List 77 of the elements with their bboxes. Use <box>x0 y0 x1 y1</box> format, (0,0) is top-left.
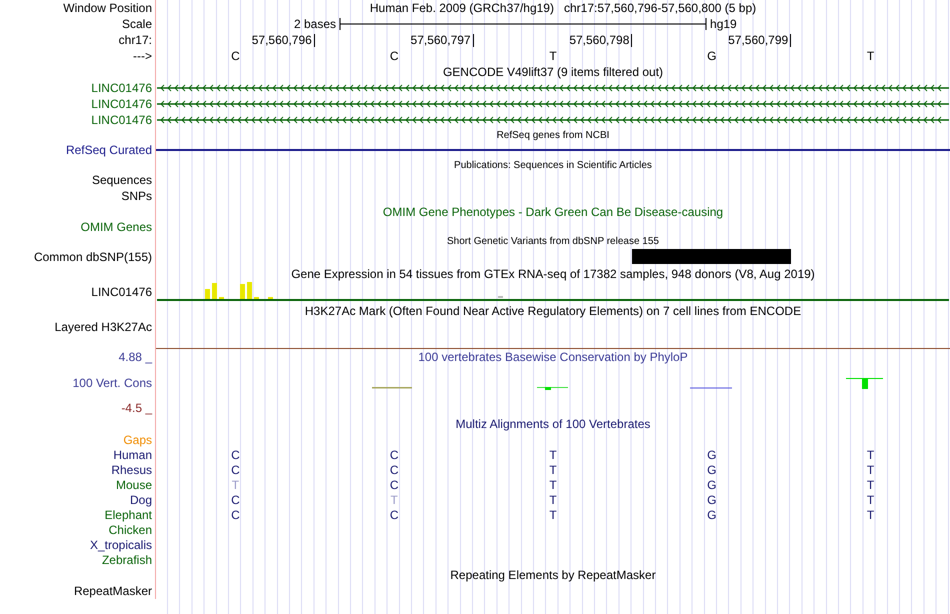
track-label[interactable]: ---> <box>133 49 152 63</box>
track-title: OMIM Gene Phenotypes - Dark Green Can Be Disease-causing <box>382 205 724 219</box>
base-letter: C <box>390 508 399 522</box>
track-title: 100 vertebrates Basewise Conservation by PhyloP <box>418 350 688 364</box>
base-letter: T <box>549 478 557 492</box>
axis-max-label: 4.88 _ <box>118 350 152 364</box>
base-letter: C <box>390 49 399 63</box>
ruler-tick: 57,560,796 <box>252 34 315 46</box>
base-letter: C <box>390 448 399 462</box>
ruler-tick: 57,560,797 <box>410 34 474 46</box>
base-letter: C <box>390 462 399 476</box>
base-letter: C <box>231 49 240 63</box>
track-title: RefSeq genes from NCBI <box>496 130 610 140</box>
base-letter: C <box>231 508 240 522</box>
track-label[interactable]: Layered H3K27Ac <box>54 320 152 334</box>
base-letter: T <box>390 492 398 506</box>
track-title: Multiz Alignments of 100 Vertebrates <box>456 417 650 431</box>
track-label[interactable]: RepeatMasker <box>74 584 152 598</box>
gene-line[interactable] <box>157 100 949 108</box>
track-label[interactable]: X_tropicalis <box>90 538 152 552</box>
gene-line[interactable] <box>157 116 949 124</box>
track-label[interactable]: Common dbSNP(155) <box>34 250 152 264</box>
track-label[interactable]: OMIM Genes <box>80 220 152 234</box>
scale-bar-icon <box>339 17 708 31</box>
base-letter: T <box>866 462 874 476</box>
base-letter: G <box>707 508 716 522</box>
track-label[interactable]: Chicken <box>108 522 152 536</box>
base-letter: C <box>231 492 240 506</box>
base-letter: T <box>866 478 874 492</box>
track-label[interactable]: LINC01476 <box>91 97 152 111</box>
ruler-tick: 57,560,799 <box>728 34 792 46</box>
gene-line[interactable] <box>157 84 949 92</box>
track-label[interactable]: 100 Vert. Cons <box>72 376 152 390</box>
track-label[interactable]: Mouse <box>116 478 152 492</box>
track-title: Gene Expression in 54 tissues from GTEx RNA-seq of 17382 samples, 948 donors (V8, Aug 2019) <box>291 266 815 280</box>
track-title: Short Genetic Variants from dbSNP release 155 <box>447 236 659 246</box>
base-letter: C <box>231 448 240 462</box>
base-letter: G <box>707 448 716 462</box>
base-letter: G <box>707 49 716 63</box>
base-letter: C <box>231 462 240 476</box>
base-letter: G <box>707 478 716 492</box>
track-label[interactable]: chr17: <box>118 33 152 47</box>
track-label[interactable]: Scale <box>122 17 152 31</box>
base-letter: T <box>549 508 557 522</box>
base-letter: T <box>549 462 557 476</box>
track-label[interactable]: Zebrafish <box>102 552 152 566</box>
track-title: GENCODE V49lift37 (9 items filtered out) <box>442 65 664 79</box>
base-letter: G <box>707 462 716 476</box>
track-label[interactable]: Rhesus <box>111 462 152 476</box>
track-title: Repeating Elements by RepeatMasker <box>450 568 656 582</box>
base-letter: T <box>549 448 557 462</box>
track-label[interactable]: Sequences <box>92 173 152 187</box>
track-label[interactable]: LINC01476 <box>91 285 152 299</box>
base-letter: G <box>707 492 716 506</box>
base-letter: T <box>866 49 874 63</box>
ruler-tick: 57,560,798 <box>569 34 632 46</box>
assembly-text: hg19 <box>710 17 737 31</box>
base-letter: T <box>549 49 557 63</box>
base-letter: T <box>549 492 557 506</box>
base-letter: T <box>866 508 874 522</box>
track-label[interactable]: Elephant <box>104 508 152 522</box>
track-label[interactable]: LINC01476 <box>91 113 152 127</box>
track-title: H3K27Ac Mark (Often Found Near Active Regulatory Elements) on 7 cell lines from ENCODE <box>304 304 802 318</box>
base-letter: C <box>390 478 399 492</box>
axis-min-label: -4.5 _ <box>121 401 152 415</box>
track-label[interactable]: Window Position <box>63 1 152 15</box>
track-label[interactable]: LINC01476 <box>91 81 152 95</box>
position-text: Human Feb. 2009 (GRCh37/hg19) chr17:57,560,796-57,560,800 (5 bp) <box>368 1 756 15</box>
track-label[interactable]: RefSeq Curated <box>66 143 152 157</box>
track-label[interactable]: Dog <box>130 492 152 506</box>
scale-text: 2 bases <box>294 17 336 31</box>
track-title: Publications: Sequences in Scientific Articles <box>454 160 652 170</box>
track-label[interactable]: Human <box>113 448 152 462</box>
base-letter: T <box>232 478 240 492</box>
track-label[interactable]: SNPs <box>121 189 152 203</box>
base-letter: T <box>866 448 874 462</box>
base-letter: T <box>866 492 874 506</box>
